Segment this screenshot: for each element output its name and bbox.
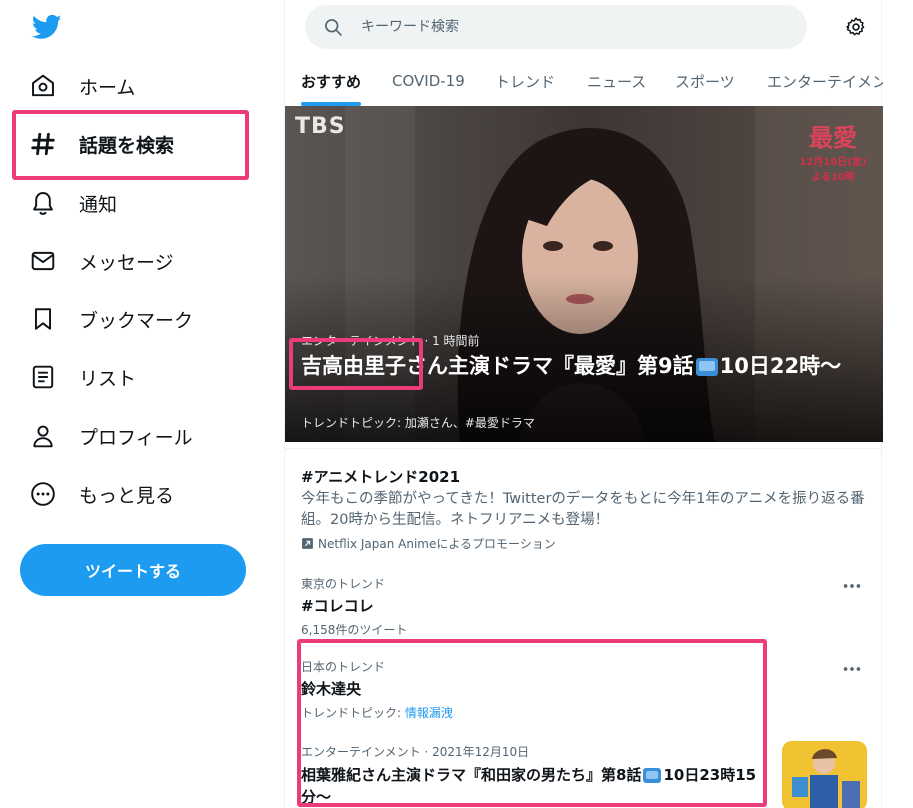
- sidebar-item-label: ホーム: [79, 76, 136, 99]
- hero-trend-card[interactable]: TBS 最愛 12月10日(金) よる10時 エンターテインメント · 1 時間…: [285, 106, 883, 442]
- tab-covid19[interactable]: COVID-19: [392, 56, 465, 106]
- sidebar-item-label: ブックマーク: [79, 309, 194, 332]
- tbs-logo: TBS: [295, 114, 346, 139]
- sidebar-item-profile[interactable]: プロフィール: [28, 416, 193, 456]
- more-options-icon[interactable]: [841, 580, 863, 592]
- list-icon: [28, 362, 58, 392]
- promoted-trend-item[interactable]: #アニメトレンド2021 今年もこの季節がやってきた！Twitterのデータをも…: [301, 466, 871, 552]
- twitter-explore-page: ホーム 話題を検索 通知 メッセージ ブックマーク リスト プロフィール もっと…: [0, 0, 913, 808]
- sidebar-item-notifications[interactable]: 通知: [28, 183, 117, 223]
- trend-description: 今年もこの季節がやってきた！Twitterのデータをもとに今年1年のアニメを振り…: [301, 491, 865, 528]
- trend-item-tokyo[interactable]: 東京のトレンド #コレコレ 6,158件のツイート: [301, 575, 871, 638]
- hero-headline-time: 10日22時〜: [719, 354, 842, 378]
- tab-for-you[interactable]: おすすめ: [301, 56, 361, 106]
- tab-trending[interactable]: トレンド: [495, 56, 555, 106]
- news-thumbnail: [782, 741, 867, 808]
- search-input[interactable]: [361, 19, 781, 35]
- user-icon: [28, 421, 58, 451]
- tweet-button[interactable]: ツイートする: [20, 544, 246, 596]
- sidebar-item-lists[interactable]: リスト: [28, 357, 136, 397]
- search-bar[interactable]: [305, 5, 807, 49]
- tab-sports[interactable]: スポーツ: [675, 56, 735, 106]
- sidebar-item-messages[interactable]: メッセージ: [28, 241, 174, 281]
- divider: [285, 448, 883, 449]
- gear-icon[interactable]: [845, 16, 867, 38]
- tv-icon: [695, 358, 718, 376]
- envelope-icon: [28, 246, 58, 276]
- drama-promo-logo: 最愛 12月10日(金) よる10時: [793, 118, 873, 183]
- sidebar-item-label: 通知: [79, 193, 118, 216]
- sidebar-item-label: メッセージ: [79, 251, 174, 274]
- trend-title: #コレコレ: [301, 597, 374, 615]
- sidebar-item-more[interactable]: もっと見る: [28, 474, 174, 514]
- home-icon: [28, 71, 58, 101]
- twitter-logo-icon[interactable]: [30, 12, 64, 42]
- sidebar: ホーム 話題を検索 通知 メッセージ ブックマーク リスト プロフィール もっと…: [0, 0, 270, 808]
- trend-title: #アニメトレンド2021: [301, 468, 461, 486]
- bell-icon: [28, 188, 58, 218]
- trend-context: 東京のトレンド: [301, 577, 386, 591]
- explore-main: おすすめ COVID-19 トレンド ニュース スポーツ エンターテイメン: [284, 0, 883, 808]
- promotion-line: Netflix Japan Animeによるプロモーション: [301, 535, 871, 552]
- tab-entertainment[interactable]: エンターテイメン: [767, 56, 883, 106]
- sidebar-item-bookmarks[interactable]: ブックマーク: [28, 299, 193, 339]
- tweet-count: 6,158件のツイート: [301, 623, 408, 637]
- promo-date: 12月10日(金): [799, 157, 867, 168]
- highlight-box-trends: [297, 639, 767, 807]
- more-circle-icon: [28, 479, 58, 509]
- explore-tabs: おすすめ COVID-19 トレンド ニュース スポーツ エンターテイメン: [285, 56, 883, 106]
- bookmark-icon: [28, 304, 58, 334]
- promotion-text: Netflix Japan Animeによるプロモーション: [318, 537, 556, 551]
- sidebar-item-label: プロフィール: [79, 426, 193, 449]
- more-options-icon[interactable]: [841, 663, 863, 675]
- promo-time: よる10時: [811, 172, 855, 183]
- sidebar-item-label: リスト: [79, 367, 137, 390]
- highlight-box-explore: [12, 110, 249, 180]
- sidebar-item-home[interactable]: ホーム: [28, 66, 135, 106]
- sidebar-item-label: もっと見る: [79, 484, 175, 507]
- highlight-box-name: [289, 338, 423, 390]
- promoted-icon: [302, 538, 313, 549]
- hero-topic: トレンドトピック: 加瀬さん、#最愛ドラマ: [301, 416, 535, 430]
- tab-news[interactable]: ニュース: [587, 56, 646, 106]
- search-icon: [325, 19, 342, 36]
- promo-title: 最愛: [809, 123, 857, 152]
